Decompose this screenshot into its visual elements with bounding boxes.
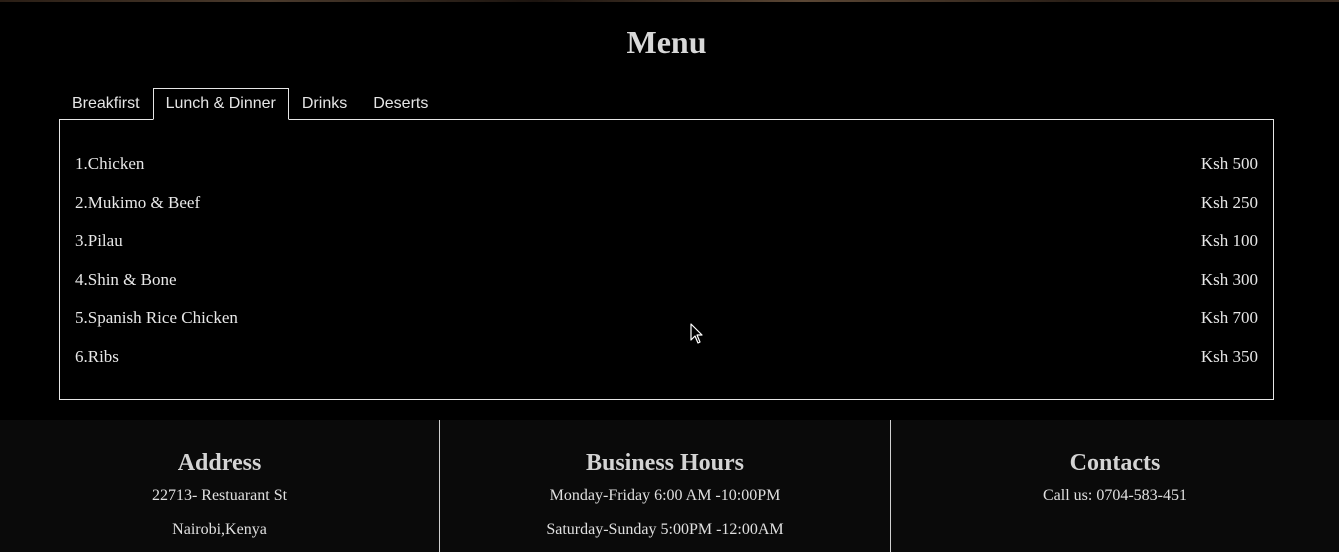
item-name: 6.Ribs [75, 346, 119, 366]
item-price: Ksh 500 [1200, 154, 1258, 173]
item-price: Ksh 100 [1200, 231, 1258, 251]
item-name: 2.Mukimo & Beef [75, 192, 201, 212]
item-price: Ksh 300 [1200, 269, 1258, 289]
list-item: 1.Chicken Ksh 500 [75, 154, 1258, 193]
contacts-heading: Contacts [1069, 450, 1161, 476]
list-item: 6.Ribs Ksh 350 [75, 347, 1258, 386]
tab-lunch-dinner[interactable]: Lunch & Dinner [152, 88, 289, 120]
contacts-section: Contacts Call us: 0704-583-451 [891, 420, 1339, 552]
list-item: 3.Pilau Ksh 100 [75, 231, 1258, 270]
menu-item-list: 1.Chicken Ksh 500 2.Mukimo & Beef Ksh 25… [75, 154, 1258, 386]
business-hours-heading: Business Hours [585, 450, 745, 476]
tab-breakfast[interactable]: Breakfirst [59, 88, 153, 120]
list-item: 5.Spanish Rice Chicken Ksh 700 [75, 308, 1258, 347]
menu-tabs: Breakfirst Lunch & Dinner Drinks Deserts [59, 88, 441, 120]
contact-phone: Call us: 0704-583-451 [1043, 487, 1187, 504]
mouse-pointer-icon [690, 323, 703, 344]
tab-drinks[interactable]: Drinks [289, 88, 360, 120]
address-heading: Address [177, 450, 262, 476]
item-name: 5.Spanish Rice Chicken [75, 308, 238, 328]
menu-title: Menu [626, 24, 707, 60]
menu-panel: 1.Chicken Ksh 500 2.Mukimo & Beef Ksh 25… [59, 119, 1274, 400]
item-name: 3.Pilau [75, 231, 123, 251]
item-name: 1.Chicken [75, 154, 145, 173]
address-line: Nairobi,Kenya [172, 521, 267, 538]
address-section: Address 22713- Restuarant St Nairobi,Ken… [0, 420, 440, 552]
footer: Address 22713- Restuarant St Nairobi,Ken… [0, 420, 1339, 552]
header-image-strip [0, 0, 1339, 2]
item-name: 4.Shin & Bone [75, 269, 177, 289]
address-line: 22713- Restuarant St [151, 487, 288, 504]
list-item: 4.Shin & Bone Ksh 300 [75, 270, 1258, 309]
item-price: Ksh 350 [1200, 346, 1258, 366]
item-price: Ksh 250 [1200, 192, 1258, 212]
hours-line: Saturday-Sunday 5:00PM -12:00AM [546, 521, 784, 538]
tab-desserts[interactable]: Deserts [360, 88, 441, 120]
item-price: Ksh 700 [1200, 308, 1258, 328]
business-hours-section: Business Hours Monday-Friday 6:00 AM -10… [440, 420, 891, 552]
list-item: 2.Mukimo & Beef Ksh 250 [75, 193, 1258, 232]
hours-line: Monday-Friday 6:00 AM -10:00PM [549, 487, 781, 504]
